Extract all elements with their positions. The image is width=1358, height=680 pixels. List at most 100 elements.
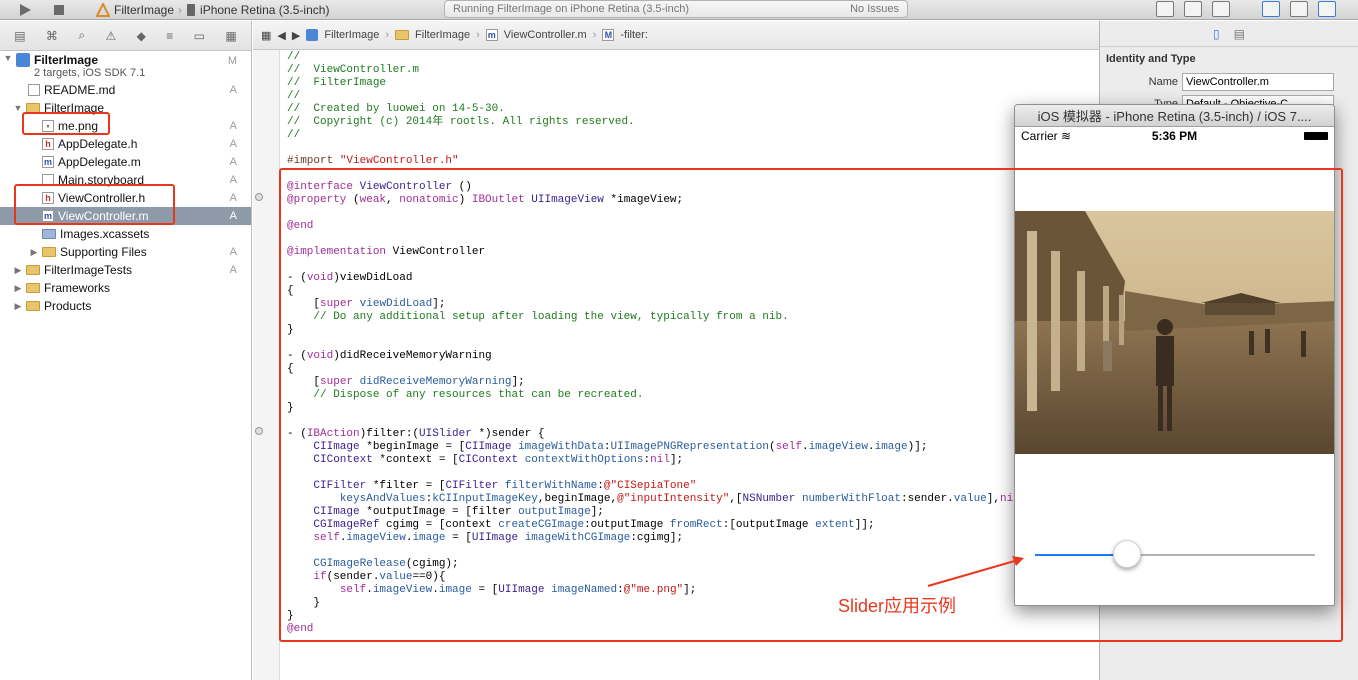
file-item-images-xcassets[interactable]: Images.xcassets [0,225,251,243]
xcode-toolbar: FilterImage › iPhone Retina (3.5-inch) R… [0,0,1358,20]
action-connection-dot[interactable] [255,427,263,435]
battery-icon [1304,132,1328,140]
test-navigator-icon[interactable]: ◆ [137,29,146,43]
highlight-viewcontroller-files [14,184,175,225]
folder-icon [42,247,56,257]
name-field-row: Name [1100,73,1358,91]
scm-badge: A [229,246,237,258]
run-button[interactable] [14,0,36,19]
group-label: Products [44,299,92,313]
stop-icon [54,4,64,15]
project-navigator-icon[interactable]: ▤ [14,29,25,43]
folder-icon [26,283,40,293]
document-icon [28,84,40,96]
scheme-selector[interactable]: FilterImage › iPhone Retina (3.5-inch) [96,2,329,17]
highlight-me-png [22,112,110,135]
find-navigator-icon[interactable]: ⌕ [78,28,85,43]
ios-status-bar: Carrier ≋ 5:36 PM [1015,127,1334,145]
device-icon [187,3,196,16]
annotation-arrow-icon [927,556,1024,587]
version-editor-icon[interactable] [1212,1,1230,17]
scm-badge: A [229,84,237,96]
scm-badge: A [229,210,237,222]
forward-icon[interactable]: ▶ [292,29,300,42]
back-icon[interactable]: ◀ [277,29,285,42]
assistant-editor-icon[interactable] [1184,1,1202,17]
navigator-toggle-icon[interactable] [1262,1,1280,17]
outlet-connection-dot[interactable] [255,193,263,201]
project-subtitle: 2 targets, iOS SDK 7.1 [34,67,146,79]
related-items-icon[interactable]: ▦ [261,29,271,42]
group-frameworks[interactable]: ▶ Frameworks [0,279,251,297]
file-label: AppDelegate.h [58,137,138,151]
scm-badge: A [229,120,237,132]
file-item-appdelegate-h[interactable]: h AppDelegate.h A [0,135,251,153]
editor-gutter [253,21,280,680]
scm-badge: M [227,55,237,67]
standard-editor-icon[interactable] [1156,1,1174,17]
quick-help-icon[interactable]: ▤ [1234,27,1245,41]
jump-item[interactable]: FilterImage [415,29,470,41]
group-products[interactable]: ▶ Products [0,297,251,315]
folder-icon [395,30,410,40]
method-icon: M [602,29,615,41]
group-filterimagetests[interactable]: ▶ FilterImageTests A [0,261,251,279]
name-input[interactable] [1182,73,1334,91]
header-file-icon: h [42,138,54,150]
file-item-appdelegate-m[interactable]: m AppDelegate.m A [0,153,251,171]
file-label: README.md [44,83,116,97]
separator-icon: › [476,29,480,41]
inspector-section-title: Identity and Type [1106,53,1196,65]
name-label: Name [1148,76,1178,88]
scheme-device-label: iPhone Retina (3.5-inch) [200,2,330,17]
file-label: Images.xcassets [60,227,150,241]
asset-catalog-icon [42,229,56,239]
activity-status: Running FilterImage on iPhone Retina (3.… [444,0,908,18]
group-label: Supporting Files [60,245,147,259]
separator-icon: › [592,29,597,41]
file-item-readme[interactable]: README.md A [0,81,251,99]
log-navigator-icon[interactable]: ▦ [225,29,236,43]
jump-item[interactable]: -filter: [620,29,648,41]
annotation-label: Slider应用示例 [838,596,957,616]
utilities-toggle-icon[interactable] [1318,1,1336,17]
issue-navigator-icon[interactable]: ⚠ [105,29,116,43]
clock-label: 5:36 PM [1151,129,1198,143]
jump-item[interactable]: ViewController.m [504,29,587,41]
stop-button[interactable] [48,0,70,19]
jump-bar: ▦ ◀ ▶ FilterImage › FilterImage › m View… [253,21,1099,50]
project-name: FilterImage [34,53,99,67]
disclosure-open-icon[interactable]: ▼ [0,53,16,63]
file-inspector-icon[interactable]: ▯ [1213,27,1220,41]
project-root[interactable]: ▼ FilterImage 2 targets, iOS SDK 7.1 M [0,51,251,81]
inspector-tabs: ▯ ▤ [1100,21,1358,47]
separator-icon: › [385,29,390,41]
separator-icon: › [178,2,183,17]
disclosure-closed-icon[interactable]: ▶ [26,247,42,258]
navigator-tabs: ▤ ⌘ ⌕ ⚠ ◆ ≡ ▭ ▦ [0,21,251,51]
project-icon [16,53,30,67]
debug-area-toggle-icon[interactable] [1290,1,1308,17]
folder-icon [26,265,40,275]
disclosure-closed-icon[interactable]: ▶ [10,283,26,294]
play-icon [20,3,31,16]
group-label: Frameworks [44,281,111,295]
debug-navigator-icon[interactable]: ≡ [166,29,173,43]
jump-item[interactable]: FilterImage [324,29,379,41]
group-label: FilterImageTests [44,263,133,277]
scm-badge: A [229,264,237,276]
breakpoint-navigator-icon[interactable]: ▭ [194,29,205,43]
scm-badge: A [229,192,237,204]
implementation-file-icon: m [42,156,54,168]
scheme-target-label: FilterImage [114,2,175,17]
folder-icon [26,301,40,311]
symbol-navigator-icon[interactable]: ⌘ [46,29,58,43]
group-supporting-files[interactable]: ▶ Supporting Files A [0,243,251,261]
simulator-title[interactable]: iOS 模拟器 - iPhone Retina (3.5-inch) / iOS… [1015,105,1334,127]
scm-badge: A [229,174,237,186]
disclosure-closed-icon[interactable]: ▶ [10,301,26,312]
project-icon [306,29,319,41]
scm-badge: A [229,138,237,150]
implementation-file-icon: m [485,29,498,41]
disclosure-closed-icon[interactable]: ▶ [10,265,26,276]
